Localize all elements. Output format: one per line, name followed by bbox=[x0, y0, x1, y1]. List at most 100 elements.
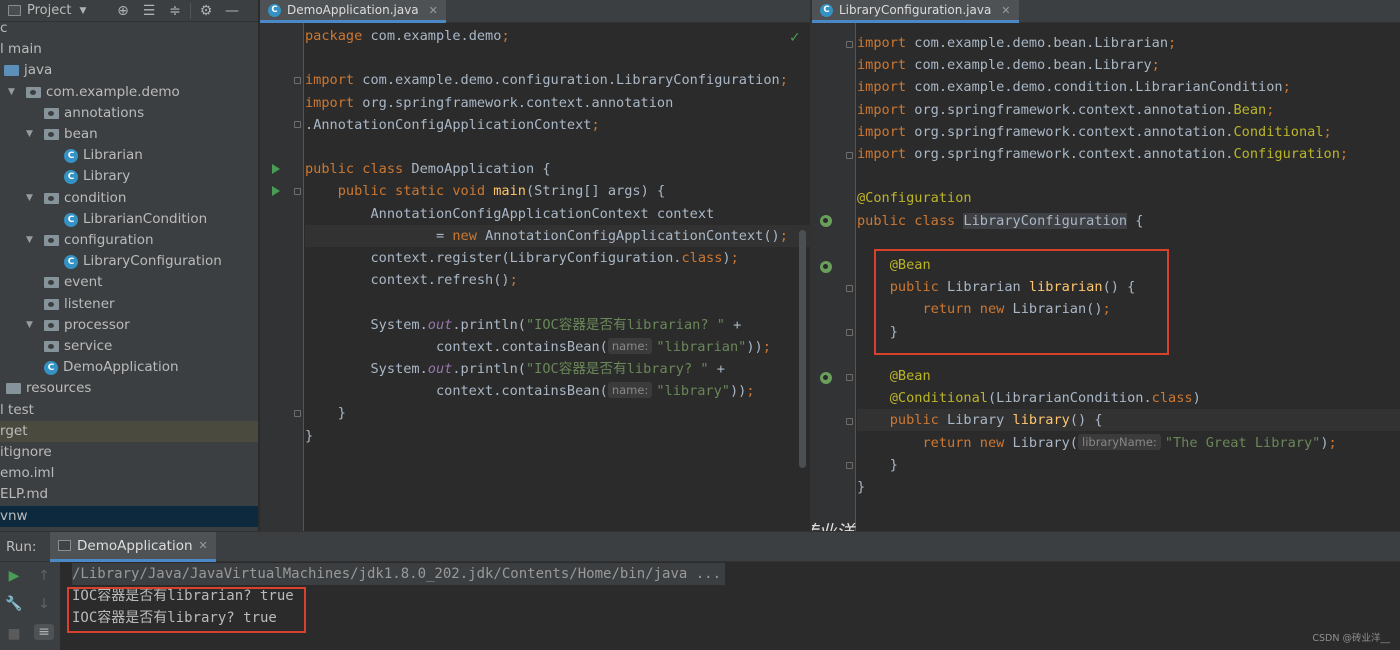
tree-item[interactable]: listener bbox=[0, 294, 258, 315]
fold-icon[interactable] bbox=[846, 418, 853, 425]
highlight-box bbox=[874, 249, 1169, 355]
package-icon bbox=[44, 277, 59, 289]
stop-icon[interactable]: ■ bbox=[4, 626, 24, 642]
tree-item[interactable]: C LibraryConfiguration bbox=[0, 251, 258, 272]
tree-item-label: service bbox=[64, 338, 113, 354]
close-icon[interactable]: ✕ bbox=[199, 539, 208, 552]
chevron-down-icon[interactable]: ▼ bbox=[26, 124, 33, 145]
fold-icon[interactable] bbox=[294, 410, 301, 417]
arrow-down-icon[interactable]: ↓ bbox=[34, 596, 54, 612]
code-line: } bbox=[857, 456, 898, 473]
fold-icon[interactable] bbox=[846, 329, 853, 336]
tree-item[interactable]: annotations bbox=[0, 103, 258, 124]
chevron-down-icon[interactable]: ▼ bbox=[26, 315, 33, 336]
locate-icon[interactable]: ⊕ bbox=[110, 3, 136, 19]
fold-icon[interactable] bbox=[294, 77, 301, 84]
tree-item[interactable]: event bbox=[0, 272, 258, 293]
chevron-down-icon[interactable]: ▼ bbox=[26, 230, 33, 251]
chevron-down-icon[interactable]: ▼ bbox=[26, 188, 33, 209]
tree-item[interactable]: rget bbox=[0, 420, 258, 442]
tree-item[interactable]: l main bbox=[0, 39, 258, 60]
tree-item[interactable]: C LibrarianCondition bbox=[0, 209, 258, 230]
console-output[interactable]: /Library/Java/JavaVirtualMachines/jdk1.8… bbox=[60, 562, 1400, 650]
code-line: = new AnnotationConfigApplicationContext… bbox=[305, 224, 810, 247]
tree-item[interactable]: itignore bbox=[0, 442, 258, 463]
code-line: context.refresh(); bbox=[305, 272, 518, 289]
fold-icon[interactable] bbox=[846, 285, 853, 292]
watermark: @砖业洋__ bbox=[812, 518, 872, 531]
tree-item[interactable]: emo.iml bbox=[0, 463, 258, 484]
hide-icon[interactable]: — bbox=[219, 3, 245, 19]
close-icon[interactable]: ✕ bbox=[429, 4, 438, 17]
code-line: import org.springframework.context.annot… bbox=[857, 101, 1275, 118]
code-line: context.containsBean(name: "librarian")); bbox=[305, 337, 771, 355]
tree-item[interactable]: resources bbox=[0, 378, 258, 399]
tree-item[interactable]: service bbox=[0, 336, 258, 357]
fold-icon[interactable] bbox=[294, 121, 301, 128]
code-line: } bbox=[305, 427, 314, 444]
expand-all-icon[interactable]: ☰ bbox=[136, 3, 162, 19]
fold-icon[interactable] bbox=[846, 152, 853, 159]
tree-item[interactable]: ELP.md bbox=[0, 484, 258, 505]
spring-config-icon[interactable] bbox=[820, 215, 832, 227]
arrow-up-icon[interactable]: ↑ bbox=[34, 568, 54, 584]
tab-label: DemoApplication.java bbox=[287, 3, 419, 17]
class-icon: C bbox=[44, 361, 58, 376]
wrench-icon[interactable]: 🔧 bbox=[4, 596, 24, 612]
run-method-icon[interactable] bbox=[272, 186, 280, 196]
tree-item[interactable]: l test bbox=[0, 400, 258, 421]
editor-tab-bar: C DemoApplication.java ✕ bbox=[260, 0, 810, 23]
tree-item[interactable]: c bbox=[0, 18, 258, 39]
fold-icon[interactable] bbox=[846, 374, 853, 381]
tree-item-label: Librarian bbox=[83, 147, 143, 164]
run-panel: Run: DemoApplication ✕ ▶ 🔧 ■ ↑ ↓ ≡ /Libr… bbox=[0, 531, 1400, 650]
package-icon bbox=[44, 129, 59, 140]
soft-wrap-icon[interactable]: ≡ bbox=[34, 624, 54, 640]
tree-item[interactable]: C Library bbox=[0, 166, 258, 187]
tab-demo-application[interactable]: C DemoApplication.java ✕ bbox=[260, 0, 446, 23]
tree-item[interactable]: java bbox=[0, 60, 258, 81]
tree-item[interactable]: ▼ condition bbox=[0, 188, 258, 209]
code-line: } bbox=[305, 405, 346, 422]
close-icon[interactable]: ✕ bbox=[1001, 4, 1010, 17]
tree-item-label: LibrarianCondition bbox=[83, 210, 208, 227]
console-command-line: /Library/Java/JavaVirtualMachines/jdk1.8… bbox=[72, 563, 726, 585]
fold-icon[interactable] bbox=[294, 188, 301, 195]
code-line: AnnotationConfigApplicationContext conte… bbox=[305, 205, 715, 222]
project-view-selector[interactable]: Project ▼ bbox=[0, 3, 110, 18]
code-area[interactable]: package com.example.demo; import com.exam… bbox=[305, 23, 810, 531]
tree-item[interactable]: ▼ processor bbox=[0, 315, 258, 336]
collapse-all-icon[interactable]: ≑ bbox=[162, 3, 188, 19]
code-line: return new Library(libraryName: "The Grea… bbox=[922, 433, 1337, 451]
chevron-down-icon[interactable]: ▼ bbox=[8, 82, 15, 103]
code-line: context.register(LibraryConfiguration.cl… bbox=[305, 250, 739, 266]
rerun-icon[interactable]: ▶ bbox=[4, 568, 24, 584]
project-title: Project bbox=[27, 3, 72, 18]
editor-tab-bar: C LibraryConfiguration.java ✕ bbox=[812, 0, 1400, 23]
tree-item-label: ELP.md bbox=[0, 486, 49, 503]
code-line: @Bean bbox=[889, 368, 931, 384]
run-tab-demo-application[interactable]: DemoApplication ✕ bbox=[50, 532, 216, 562]
tab-library-configuration[interactable]: C LibraryConfiguration.java ✕ bbox=[812, 0, 1019, 23]
tree-item[interactable]: ▼ configuration bbox=[0, 230, 258, 251]
run-class-icon[interactable] bbox=[272, 164, 280, 174]
highlight-box bbox=[67, 587, 306, 633]
fold-icon[interactable] bbox=[846, 41, 853, 48]
code-line: import org.springframework.context.annot… bbox=[857, 146, 1349, 162]
code-line: } bbox=[857, 479, 866, 495]
tree-item[interactable]: ▼ com.example.demo bbox=[0, 82, 258, 103]
tree-item-label: condition bbox=[64, 189, 127, 206]
tree-item[interactable]: vnw bbox=[0, 505, 258, 527]
spring-bean-icon[interactable] bbox=[820, 261, 832, 273]
scrollbar[interactable] bbox=[799, 230, 806, 468]
editor-demo-application: C DemoApplication.java ✕ package com.exa… bbox=[260, 0, 810, 531]
spring-bean-icon[interactable] bbox=[820, 372, 832, 384]
tree-item[interactable]: ▼ bean bbox=[0, 124, 258, 145]
run-toolbar: ▶ 🔧 ■ ↑ ↓ ≡ bbox=[0, 562, 60, 650]
fold-icon[interactable] bbox=[846, 462, 853, 469]
csdn-credit: CSDN @砖业洋__ bbox=[1312, 633, 1390, 644]
class-icon: C bbox=[268, 3, 281, 17]
tree-item[interactable]: C DemoApplication bbox=[0, 357, 258, 378]
gear-icon[interactable]: ⚙ bbox=[193, 3, 219, 19]
tree-item[interactable]: C Librarian bbox=[0, 145, 258, 166]
